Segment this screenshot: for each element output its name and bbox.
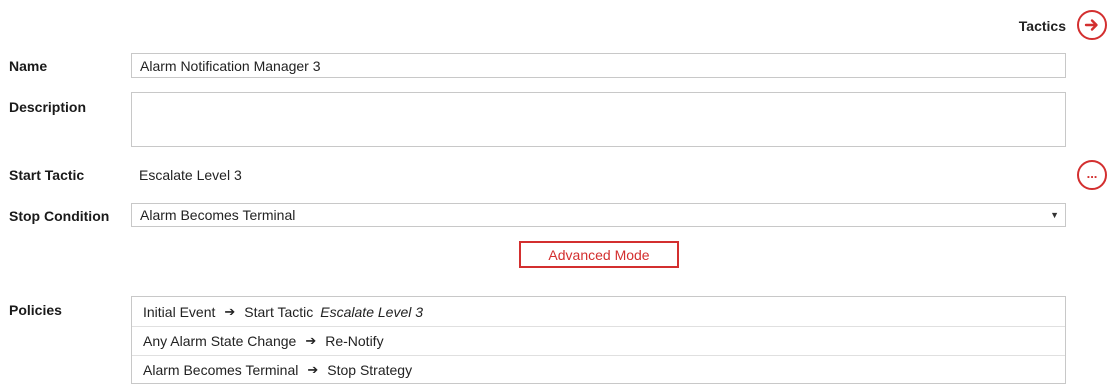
- ellipsis-icon: ...: [1086, 165, 1098, 181]
- policies-label: Policies: [9, 302, 62, 318]
- policy-action: Stop Strategy: [327, 362, 413, 378]
- policy-action: Start Tactic: [244, 303, 314, 320]
- policy-action: Re-Notify: [325, 333, 384, 349]
- start-tactic-value: Escalate Level 3: [139, 167, 242, 183]
- policy-row[interactable]: Initial Event ➔ Start Tactic Escalate Le…: [132, 297, 1065, 326]
- name-input[interactable]: [131, 53, 1066, 78]
- policy-event: Alarm Becomes Terminal: [143, 362, 299, 378]
- description-input[interactable]: [131, 92, 1066, 147]
- stop-condition-label: Stop Condition: [9, 208, 110, 224]
- arrow-right-circle-icon: [1084, 19, 1098, 31]
- tactics-button[interactable]: [1077, 10, 1107, 40]
- select-tactic-button[interactable]: ...: [1077, 160, 1107, 190]
- description-label: Description: [9, 99, 87, 115]
- arrow-right-icon: ➔: [305, 333, 317, 348]
- arrow-right-icon: ➔: [307, 362, 319, 377]
- policy-event: Initial Event: [143, 303, 216, 320]
- start-tactic-label: Start Tactic: [9, 167, 85, 183]
- policy-param: Escalate Level 3: [320, 303, 424, 320]
- policy-row[interactable]: Alarm Becomes Terminal ➔ Stop Strategy: [132, 355, 1065, 384]
- arrow-right-icon: ➔: [224, 303, 236, 319]
- policies-list: Initial Event ➔ Start Tactic Escalate Le…: [131, 296, 1066, 384]
- stop-condition-select[interactable]: Alarm Becomes Terminal ▼: [131, 203, 1066, 227]
- policy-row[interactable]: Any Alarm State Change ➔ Re-Notify: [132, 326, 1065, 355]
- name-label: Name: [9, 58, 48, 74]
- policy-event: Any Alarm State Change: [143, 333, 297, 349]
- stop-condition-value: Alarm Becomes Terminal: [140, 207, 296, 223]
- chevron-down-icon[interactable]: ▼: [1050, 210, 1059, 220]
- advanced-mode-button[interactable]: Advanced Mode: [519, 241, 679, 268]
- tactics-label: Tactics: [1018, 18, 1066, 34]
